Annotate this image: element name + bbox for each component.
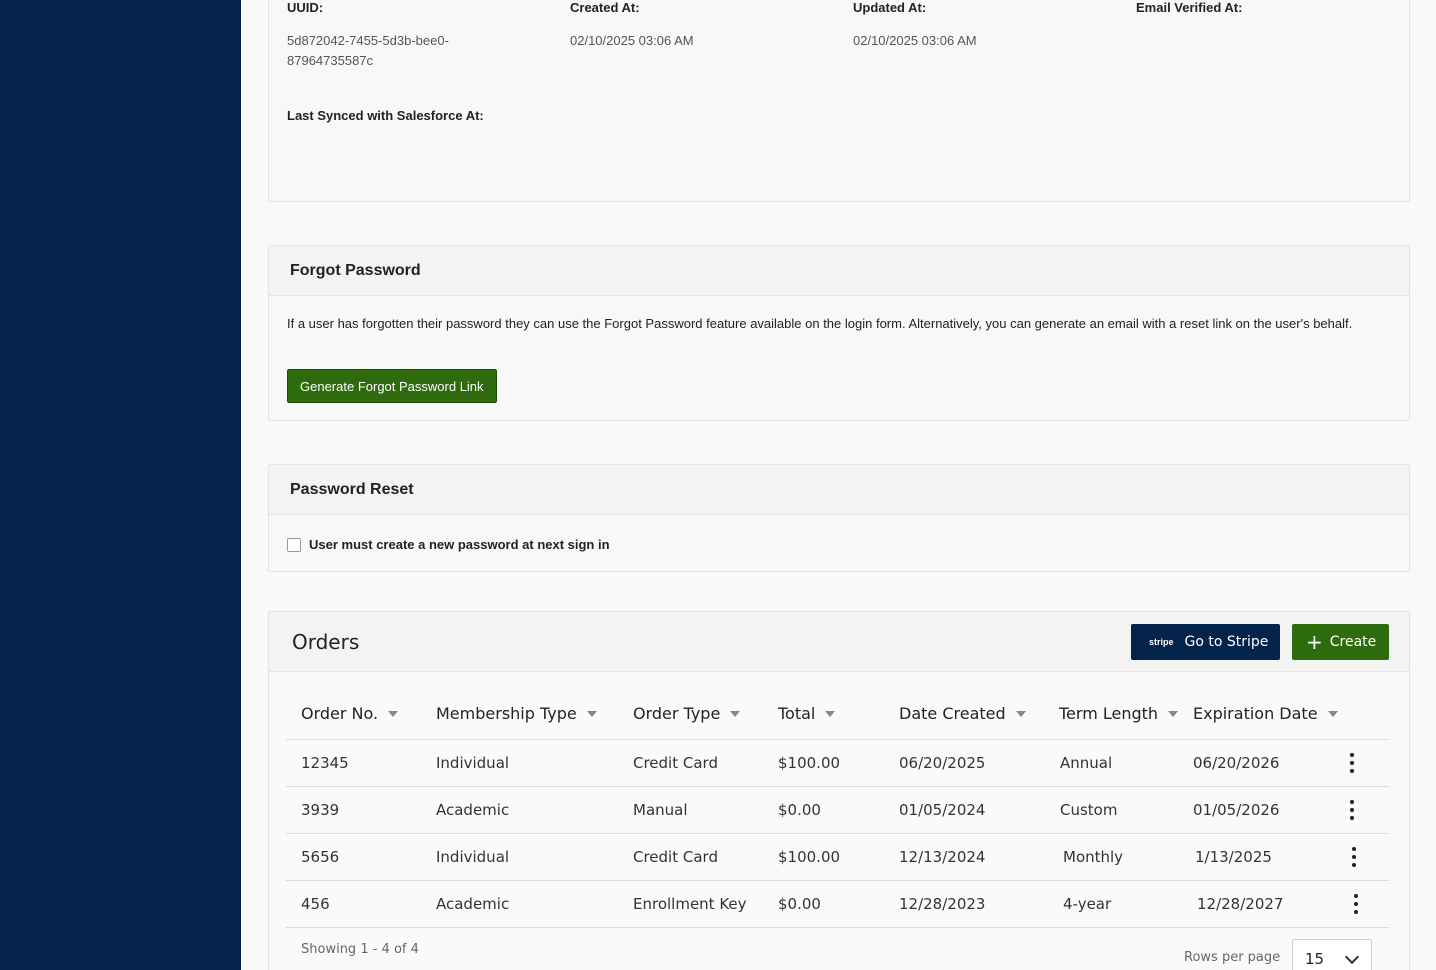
- cell-membership-type: Academic: [436, 801, 510, 819]
- sort-caret-icon: [1015, 710, 1026, 717]
- cell-date-created: 06/20/2025: [899, 754, 986, 772]
- table-row[interactable]: 456 Academic Enrollment Key $0.00 12/28/…: [286, 881, 1389, 928]
- cell-order-type: Credit Card: [633, 848, 718, 866]
- row-actions-kebab-icon[interactable]: [1353, 894, 1359, 914]
- password-reset-title: Password Reset: [290, 480, 414, 498]
- col-order-no[interactable]: Order No.: [301, 704, 399, 723]
- sort-caret-icon: [730, 710, 741, 717]
- forgot-password-header: Forgot Password: [269, 246, 1409, 296]
- sort-caret-icon: [1327, 710, 1338, 717]
- pagination-summary: Showing 1 - 4 of 4: [301, 942, 419, 957]
- cell-order-type: Manual: [633, 801, 688, 819]
- col-membership-type[interactable]: Membership Type: [436, 704, 597, 723]
- cell-date-created: 12/13/2024: [899, 848, 986, 866]
- cell-date-created: 12/28/2023: [899, 895, 986, 913]
- cell-total: $0.00: [778, 801, 821, 819]
- sort-caret-icon: [825, 710, 836, 717]
- cell-order-no: 12345: [301, 754, 349, 772]
- email-verified-label: Email Verified At:: [1136, 0, 1243, 15]
- main-content: UUID: 5d872042-7455-5d3b-bee0-8796473558…: [241, 0, 1436, 970]
- uuid-value: 5d872042-7455-5d3b-bee0-87964735587c: [287, 33, 449, 68]
- sort-caret-icon: [388, 710, 399, 717]
- orders-table-header: Order No. Membership Type Order Type Tot…: [286, 692, 1389, 740]
- cell-order-no: 456: [301, 895, 330, 913]
- cell-term-length: Annual: [1060, 754, 1113, 772]
- uuid-field: UUID: 5d872042-7455-5d3b-bee0-8796473558…: [287, 0, 537, 71]
- col-date-created-label: Date Created: [899, 704, 1006, 723]
- row-actions-kebab-icon[interactable]: [1349, 800, 1355, 820]
- cell-order-type: Enrollment Key: [633, 895, 747, 913]
- cell-term-length: Monthly: [1063, 848, 1124, 866]
- cell-term-length: 4-year: [1063, 895, 1112, 913]
- cell-membership-type: Academic: [436, 895, 510, 913]
- col-membership-type-label: Membership Type: [436, 704, 577, 723]
- col-term-length-label: Term Length: [1059, 704, 1159, 723]
- col-term-length[interactable]: Term Length: [1059, 704, 1179, 723]
- stripe-logo-icon: stripe: [1149, 637, 1174, 647]
- go-to-stripe-label: Go to Stripe: [1184, 634, 1269, 650]
- created-at-value: 02/10/2025 03:06 AM: [570, 33, 694, 48]
- cell-expiration-date: 1/13/2025: [1195, 848, 1272, 866]
- table-row[interactable]: 3939 Academic Manual $0.00 01/05/2024 Cu…: [286, 787, 1389, 834]
- cell-order-type: Credit Card: [633, 754, 718, 772]
- row-actions-kebab-icon[interactable]: [1349, 753, 1355, 773]
- col-expiration-date-label: Expiration Date: [1193, 704, 1318, 723]
- updated-at-value: 02/10/2025 03:06 AM: [853, 33, 977, 48]
- cell-expiration-date: 06/20/2026: [1193, 754, 1280, 772]
- cell-date-created: 01/05/2024: [899, 801, 986, 819]
- chevron-down-icon: [1344, 949, 1360, 965]
- row-actions-kebab-icon[interactable]: [1351, 847, 1357, 867]
- col-date-created[interactable]: Date Created: [899, 704, 1026, 723]
- generate-forgot-password-link-button[interactable]: Generate Forgot Password Link: [287, 369, 497, 403]
- cell-total: $0.00: [778, 895, 821, 913]
- orders-card: Orders stripe Go to Stripe + Create Orde…: [268, 611, 1410, 970]
- table-row[interactable]: 5656 Individual Credit Card $100.00 12/1…: [286, 834, 1389, 881]
- updated-at-field: Updated At: 02/10/2025 03:06 AM: [853, 0, 1103, 51]
- force-new-password-checkbox[interactable]: [287, 537, 301, 552]
- rows-per-page-value: 15: [1305, 950, 1325, 968]
- created-at-label: Created At:: [570, 0, 640, 15]
- created-at-field: Created At: 02/10/2025 03:06 AM: [570, 0, 820, 51]
- cell-term-length: Custom: [1060, 801, 1118, 819]
- create-order-button[interactable]: + Create: [1292, 624, 1389, 660]
- forgot-password-description: If a user has forgotten their password t…: [287, 316, 1353, 331]
- orders-header: Orders stripe Go to Stripe + Create: [269, 612, 1409, 672]
- cell-membership-type: Individual: [436, 754, 510, 772]
- force-new-password-label[interactable]: User must create a new password at next …: [309, 537, 610, 552]
- rows-per-page-label: Rows per page: [1184, 950, 1281, 965]
- cell-total: $100.00: [778, 848, 841, 866]
- cell-expiration-date: 12/28/2027: [1197, 895, 1284, 913]
- cell-order-no: 3939: [301, 801, 340, 819]
- col-expiration-date[interactable]: Expiration Date: [1193, 704, 1338, 723]
- col-order-type-label: Order Type: [633, 704, 721, 723]
- salesforce-sync-label: Last Synced with Salesforce At:: [287, 108, 484, 123]
- uuid-label: UUID:: [287, 0, 324, 15]
- email-verified-field: Email Verified At:: [1136, 0, 1386, 15]
- create-order-label: Create: [1329, 634, 1377, 650]
- rows-per-page-select[interactable]: 15: [1292, 939, 1372, 970]
- password-reset-card: Password Reset User must create a new pa…: [268, 464, 1410, 572]
- cell-order-no: 5656: [301, 848, 340, 866]
- col-order-no-label: Order No.: [301, 704, 379, 723]
- col-order-type[interactable]: Order Type: [633, 704, 741, 723]
- user-info-card: UUID: 5d872042-7455-5d3b-bee0-8796473558…: [268, 0, 1410, 202]
- orders-title: Orders: [292, 630, 360, 654]
- forgot-password-title: Forgot Password: [290, 261, 421, 279]
- sort-caret-icon: [1168, 710, 1179, 717]
- sort-caret-icon: [586, 710, 597, 717]
- password-reset-header: Password Reset: [269, 465, 1409, 515]
- plus-icon: +: [1306, 630, 1323, 654]
- cell-expiration-date: 01/05/2026: [1193, 801, 1280, 819]
- forgot-password-card: Forgot Password If a user has forgotten …: [268, 245, 1410, 421]
- col-total-label: Total: [778, 704, 816, 723]
- col-total[interactable]: Total: [778, 704, 836, 723]
- cell-membership-type: Individual: [436, 848, 510, 866]
- updated-at-label: Updated At:: [853, 0, 927, 15]
- cell-total: $100.00: [778, 754, 841, 772]
- salesforce-sync-field: Last Synced with Salesforce At:: [287, 108, 587, 123]
- go-to-stripe-button[interactable]: stripe Go to Stripe: [1131, 624, 1280, 660]
- password-reset-row: User must create a new password at next …: [287, 537, 610, 552]
- table-row[interactable]: 12345 Individual Credit Card $100.00 06/…: [286, 740, 1389, 787]
- sidebar: [0, 0, 241, 970]
